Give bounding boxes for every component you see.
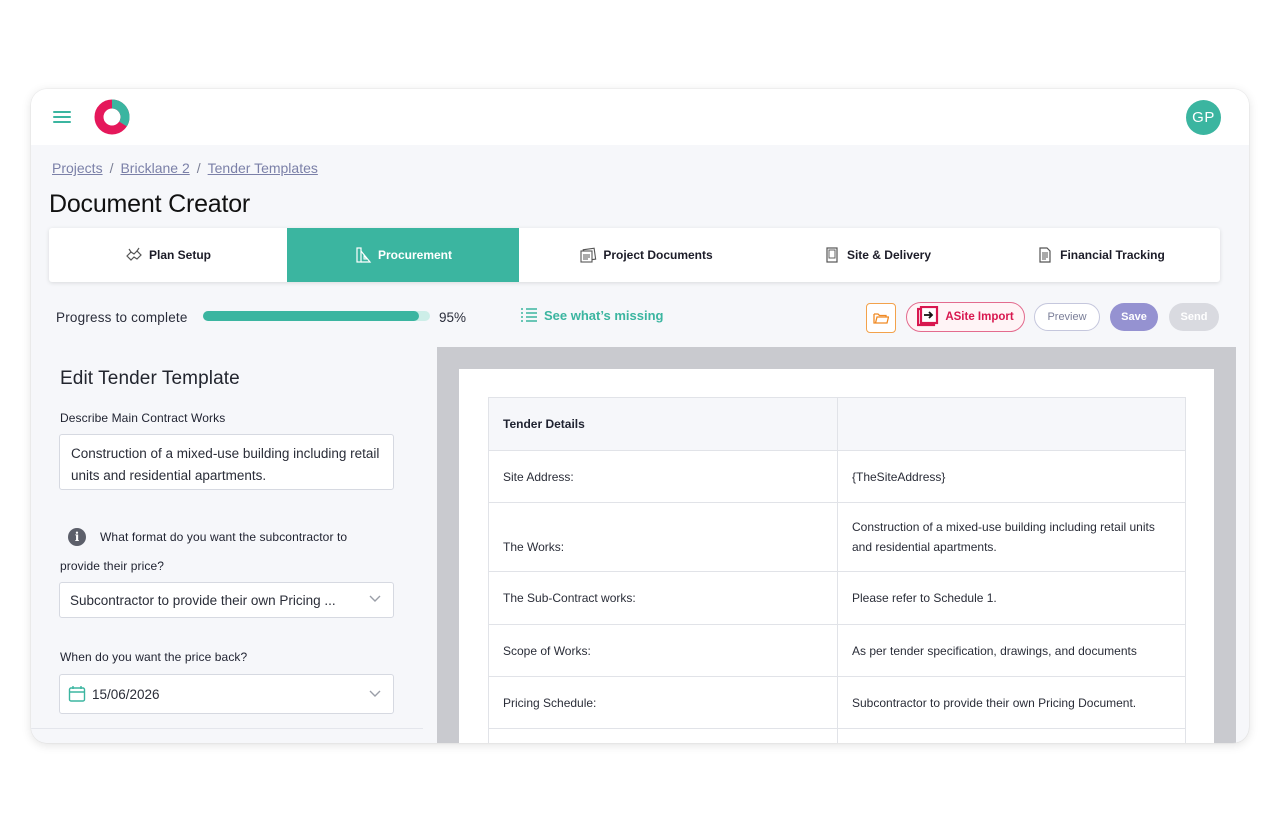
table-value xyxy=(837,728,1186,743)
table-value: As per tender specification, drawings, a… xyxy=(837,624,1186,677)
table-header-cell-empty xyxy=(837,397,1186,451)
preview-button[interactable]: Preview xyxy=(1034,303,1100,331)
user-avatar[interactable]: GP xyxy=(1186,100,1221,135)
tab-project-documents[interactable]: Project Documents xyxy=(519,228,773,282)
document-page: Tender Details Site Address: {TheSiteAdd… xyxy=(459,369,1214,743)
tender-details-table: Tender Details Site Address: {TheSiteAdd… xyxy=(488,397,1186,743)
table-row xyxy=(488,728,1186,743)
table-key: Scope of Works: xyxy=(488,624,838,677)
document-preview-area[interactable]: Tender Details Site Address: {TheSiteAdd… xyxy=(437,347,1236,743)
tab-label: Procurement xyxy=(377,248,453,262)
table-key: The Sub-Contract works: xyxy=(488,571,838,625)
asite-import-button[interactable]: ASite Import xyxy=(906,302,1025,332)
price-format-select[interactable]: Subcontractor to provide their own Prici… xyxy=(59,582,394,618)
table-key: Pricing Schedule: xyxy=(488,676,838,729)
table-row: The Works: Construction of a mixed-use b… xyxy=(488,502,1186,572)
price-back-label: When do you want the price back? xyxy=(60,650,248,664)
hamburger-menu-icon[interactable] xyxy=(53,110,73,124)
chevron-down-icon xyxy=(369,690,381,697)
breadcrumb-separator: / xyxy=(109,160,114,176)
tab-label: Plan Setup xyxy=(148,248,211,262)
table-row: Site Address: {TheSiteAddress} xyxy=(488,450,1186,503)
table-row: Pricing Schedule: Subcontractor to provi… xyxy=(488,676,1186,729)
handshake-icon xyxy=(126,247,142,261)
documents-icon xyxy=(580,247,597,263)
see-whats-missing-label: See what’s missing xyxy=(544,307,664,323)
table-value: Please refer to Schedule 1. xyxy=(837,571,1186,625)
table-key: The Works: xyxy=(488,502,838,572)
calendar-icon xyxy=(68,686,86,702)
save-button[interactable]: Save xyxy=(1110,303,1158,331)
send-button[interactable]: Send xyxy=(1169,303,1219,331)
divider xyxy=(31,728,423,729)
breadcrumb: Projects / Bricklane 2 / Tender Templates xyxy=(52,160,318,176)
checklist-icon xyxy=(521,308,537,322)
price-back-date-picker[interactable]: 15/06/2026 xyxy=(59,674,394,714)
ledger-icon xyxy=(1039,247,1051,263)
edit-template-panel: Edit Tender Template Describe Main Contr… xyxy=(31,347,423,743)
table-row: The Sub-Contract works: Please refer to … xyxy=(488,571,1186,625)
building-icon xyxy=(826,247,838,263)
progress-label: Progress to complete xyxy=(56,310,188,325)
breadcrumb-project[interactable]: Bricklane 2 xyxy=(120,160,189,176)
breadcrumb-separator: / xyxy=(196,160,201,176)
see-whats-missing-link[interactable]: See what’s missing xyxy=(520,307,663,323)
table-value: Construction of a mixed-use building inc… xyxy=(837,502,1186,572)
tab-label: Financial Tracking xyxy=(1060,248,1165,262)
table-value: Subcontractor to provide their own Prici… xyxy=(837,676,1186,729)
main-works-label: Describe Main Contract Works xyxy=(60,411,226,425)
table-header-cell: Tender Details xyxy=(488,397,838,451)
module-tabs: Plan Setup Procurement Project Documents… xyxy=(49,228,1220,282)
info-icon[interactable]: i xyxy=(68,528,86,546)
tab-procurement[interactable]: Procurement xyxy=(287,228,519,282)
tab-label: Project Documents xyxy=(603,248,713,262)
table-key: Site Address: xyxy=(488,450,838,503)
format-question-label-cont: provide their price? xyxy=(60,559,165,573)
price-format-value: Subcontractor to provide their own Prici… xyxy=(70,592,336,608)
progress-percent: 95% xyxy=(439,310,467,325)
progress-toolbar: Progress to complete 95% See what’s miss… xyxy=(31,299,1249,337)
asite-logo-icon xyxy=(917,306,939,327)
main-works-textarea[interactable]: Construction of a mixed-use building inc… xyxy=(59,434,394,490)
tab-label: Site & Delivery xyxy=(846,248,932,262)
table-row: Scope of Works: As per tender specificat… xyxy=(488,624,1186,677)
tab-financial-tracking[interactable]: Financial Tracking xyxy=(981,228,1220,282)
breadcrumb-projects[interactable]: Projects xyxy=(52,160,103,176)
blueprint-icon xyxy=(356,247,372,263)
chevron-down-icon xyxy=(369,595,381,602)
tab-plan-setup[interactable]: Plan Setup xyxy=(49,228,287,282)
breadcrumb-tender-templates[interactable]: Tender Templates xyxy=(208,160,318,176)
folder-icon xyxy=(873,313,889,324)
top-bar: GP xyxy=(31,89,1249,145)
table-header-row: Tender Details xyxy=(488,397,1186,451)
progress-bar xyxy=(203,311,430,321)
page-title: Document Creator xyxy=(49,190,251,218)
price-back-date-value: 15/06/2026 xyxy=(92,686,160,702)
open-folder-button[interactable] xyxy=(866,303,896,333)
format-question-label: What format do you want the subcontracto… xyxy=(100,530,348,544)
table-value: {TheSiteAddress} xyxy=(837,450,1186,503)
app-window: GP Projects / Bricklane 2 / Tender Templates… xyxy=(31,89,1249,743)
app-logo[interactable] xyxy=(94,99,130,135)
tab-site-delivery[interactable]: Site & Delivery xyxy=(773,228,981,282)
progress-bar-fill xyxy=(203,311,419,321)
asite-import-label: ASite Import xyxy=(945,311,1014,323)
panel-title: Edit Tender Template xyxy=(60,368,240,389)
table-key xyxy=(488,728,838,743)
